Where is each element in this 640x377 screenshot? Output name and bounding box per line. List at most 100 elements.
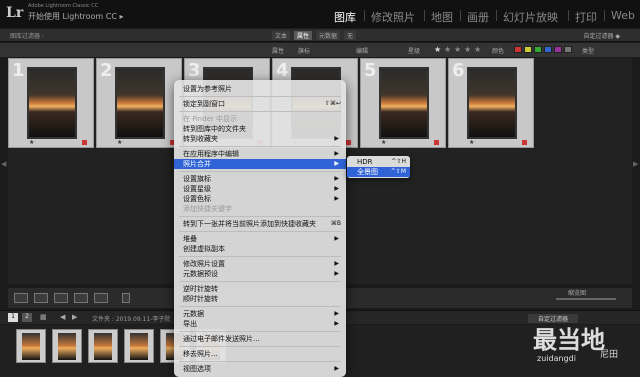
- module-separator: [424, 10, 425, 21]
- grid-view-icon[interactable]: [14, 293, 28, 303]
- submenu-arrow-icon: ▶: [334, 235, 339, 242]
- menu-item-label: 元数据预设: [183, 270, 218, 278]
- context-menu: 设置为参考照片 锁定到副窗口 ⇧⌘↩ 在 Finder 中显示 转到图库中的文件夹 转到收…: [174, 80, 346, 377]
- menu-item[interactable]: 顺时针旋转: [174, 294, 346, 304]
- menu-item-label: 逆时针旋转: [183, 285, 218, 293]
- menu-item[interactable]: 逆时针旋转: [174, 284, 346, 294]
- color-red-swatch[interactable]: [514, 46, 522, 53]
- module-library[interactable]: 图库: [334, 9, 356, 25]
- app-subtitle: Adobe Lightroom Classic CC: [28, 3, 99, 9]
- next-arrow-icon[interactable]: ▶: [72, 313, 77, 321]
- grid-cell[interactable]: 5 ★: [360, 58, 446, 148]
- color-label-icon: [522, 140, 527, 145]
- photo-thumbnail[interactable]: [467, 67, 517, 139]
- star-icon: ★: [117, 139, 123, 146]
- rating-star-icon[interactable]: ★: [434, 45, 441, 54]
- menu-item-label: 添加快捷关键字: [183, 205, 232, 213]
- grid-cell[interactable]: 2 ★: [96, 58, 182, 148]
- menu-item[interactable]: 元数据预设 ▶: [174, 269, 346, 279]
- menu-item[interactable]: 元数据 ▶: [174, 309, 346, 319]
- compare-view-icon[interactable]: [54, 293, 68, 303]
- people-view-icon[interactable]: [94, 293, 108, 303]
- grid-cell[interactable]: 1 ★: [8, 58, 94, 148]
- menu-separator: [179, 231, 341, 232]
- menu-item[interactable]: 创建虚拟副本: [174, 244, 346, 254]
- menu-item[interactable]: 设置星级 ▶: [174, 184, 346, 194]
- prev-arrow-icon[interactable]: ◀: [60, 313, 65, 321]
- menu-item[interactable]: 转到收藏夹 ▶: [174, 134, 346, 144]
- menu-item[interactable]: 视图选项 ▶: [174, 364, 346, 374]
- menu-item[interactable]: 照片合并 ▶: [174, 159, 346, 169]
- menu-item[interactable]: 设置旗标 ▶: [174, 174, 346, 184]
- menu-separator: [179, 256, 341, 257]
- color-green-swatch[interactable]: [534, 46, 542, 53]
- flag-label: 旗标: [298, 48, 311, 55]
- menu-item[interactable]: 转到下一张并将当前照片添加到快捷收藏夹 ⌘B: [174, 219, 346, 229]
- menu-item-label: 视图选项: [183, 365, 211, 373]
- menu-item-label: 设置色标: [183, 195, 211, 203]
- custom-filter-dropdown[interactable]: 自定过滤器 ◆: [583, 31, 620, 40]
- filter-tab-attribute[interactable]: 属性: [294, 31, 313, 40]
- menu-item[interactable]: 锁定到副窗口 ⇧⌘↩: [174, 99, 346, 109]
- color-yellow-swatch[interactable]: [524, 46, 532, 53]
- star-icon: ★: [381, 139, 387, 146]
- filmstrip-thumbnail[interactable]: [124, 329, 154, 363]
- page-1-button[interactable]: 1: [8, 313, 18, 322]
- menu-item[interactable]: 在应用程序中编辑 ▶: [174, 149, 346, 159]
- filmstrip-thumbnail[interactable]: [52, 329, 82, 363]
- color-purple-swatch[interactable]: [554, 46, 562, 53]
- filmstrip-thumbnail[interactable]: [16, 329, 46, 363]
- rating-star-icon[interactable]: ★: [454, 45, 461, 54]
- filter-tab-none[interactable]: 无: [344, 31, 357, 40]
- module-book[interactable]: 画册: [467, 9, 489, 25]
- grid-small-icon[interactable]: ▦: [40, 313, 47, 321]
- color-gray-swatch[interactable]: [564, 46, 572, 53]
- menu-item[interactable]: 设置色标 ▶: [174, 194, 346, 204]
- module-develop[interactable]: 修改照片: [371, 9, 415, 25]
- submenu-arrow-icon: ▶: [334, 260, 339, 267]
- photo-thumbnail[interactable]: [379, 67, 429, 139]
- submenu-arrow-icon: ▶: [334, 270, 339, 277]
- painter-icon[interactable]: [122, 293, 130, 303]
- app-title[interactable]: 开始使用 Lightroom CC ▸: [28, 11, 123, 22]
- module-print[interactable]: 打印: [575, 9, 597, 25]
- menu-item[interactable]: 通过电子邮件发送照片...: [174, 334, 346, 344]
- photo-thumbnail[interactable]: [115, 67, 165, 139]
- menu-item[interactable]: 设置为参考照片: [174, 84, 346, 94]
- rating-star-icon[interactable]: ★: [464, 45, 471, 54]
- grid-cell[interactable]: 6 ★: [448, 58, 534, 148]
- photo-thumbnail: [94, 333, 112, 360]
- rating-star-icon[interactable]: ★: [444, 45, 451, 54]
- module-web[interactable]: Web: [611, 9, 635, 22]
- menu-separator: [179, 281, 341, 282]
- right-panel-toggle-icon[interactable]: ▶: [633, 160, 638, 168]
- submenu-item[interactable]: 全景图 ^⇧M: [347, 167, 410, 177]
- page-2-button[interactable]: 2: [22, 313, 32, 322]
- rating-label: 星级: [408, 48, 421, 55]
- module-slideshow[interactable]: 幻灯片放映: [503, 9, 558, 25]
- filter-tab-metadata[interactable]: 元数据: [316, 31, 341, 40]
- submenu-item[interactable]: HDR ^⇧H: [347, 157, 410, 167]
- photo-thumbnail[interactable]: [27, 67, 77, 139]
- menu-item[interactable]: 转到图库中的文件夹: [174, 124, 346, 134]
- shortcut-label: ⌘B: [330, 220, 341, 227]
- color-label-icon: [82, 140, 87, 145]
- module-map[interactable]: 地图: [431, 9, 453, 25]
- menu-item[interactable]: 移去照片...: [174, 349, 346, 359]
- loupe-view-icon[interactable]: [34, 293, 48, 303]
- filmstrip-thumbnail[interactable]: [88, 329, 118, 363]
- filter-tab-text[interactable]: 文本: [272, 31, 291, 40]
- color-blue-swatch[interactable]: [544, 46, 552, 53]
- menu-item-label: 设置星级: [183, 185, 211, 193]
- menu-item-label: 导出: [183, 320, 197, 328]
- menu-item[interactable]: 堆叠 ▶: [174, 234, 346, 244]
- menu-item[interactable]: 导出 ▶: [174, 319, 346, 329]
- thumbnail-size-slider[interactable]: [556, 298, 616, 300]
- menu-item[interactable]: 修改照片设置 ▶: [174, 259, 346, 269]
- library-filter-bar: 图库过滤器 : 文本 属性 元数据 无 自定过滤器 ◆: [0, 29, 640, 42]
- menu-item-label: 转到图库中的文件夹: [183, 125, 246, 133]
- left-panel-toggle-icon[interactable]: ◀: [1, 160, 6, 168]
- rating-star-icon[interactable]: ★: [474, 45, 481, 54]
- cell-number: 5: [364, 60, 377, 81]
- survey-view-icon[interactable]: [74, 293, 88, 303]
